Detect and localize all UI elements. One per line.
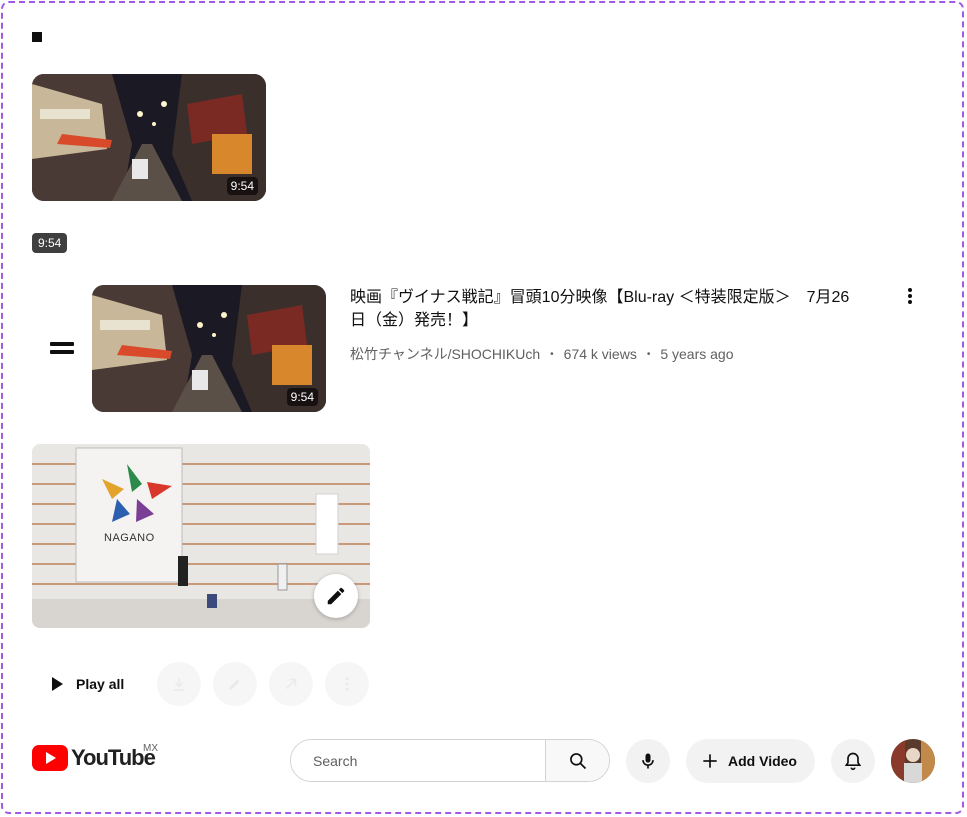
- duration-label: 9:54: [226, 177, 258, 195]
- pencil-icon: [229, 679, 240, 690]
- add-video-label: Add Video: [728, 753, 797, 769]
- playlist-more-button[interactable]: [325, 662, 369, 706]
- upload-age: 5 years ago: [660, 346, 734, 362]
- voice-search-button[interactable]: [626, 739, 670, 783]
- pencil-icon: [327, 587, 345, 605]
- avatar-image: [891, 739, 935, 783]
- playlist-item-thumbnail[interactable]: 9:54: [92, 285, 326, 412]
- add-video-button[interactable]: Add Video: [686, 739, 815, 783]
- play-all-label: Play all: [76, 676, 125, 692]
- view-count: 674 k views: [563, 346, 637, 362]
- more-vertical-icon[interactable]: [900, 286, 920, 306]
- share-button[interactable]: [269, 662, 313, 706]
- plus-icon: [703, 754, 717, 768]
- country-code: MX: [143, 743, 158, 754]
- separator-dot: •: [646, 349, 651, 360]
- more-vertical-icon: [345, 677, 349, 691]
- duration-label: 9:54: [286, 388, 318, 406]
- download-icon: [173, 678, 185, 691]
- search-button[interactable]: [545, 740, 609, 781]
- youtube-play-logo-icon: [32, 745, 68, 771]
- video-title[interactable]: 映画『ヴイナス戦記』冒頭10分映像【Blu-ray ＜特装限定版＞ 7月26日（…: [350, 286, 860, 332]
- youtube-logo[interactable]: YouTube: [32, 745, 156, 771]
- play-all-button[interactable]: Play all: [40, 664, 134, 704]
- download-button[interactable]: [157, 662, 201, 706]
- drag-handle-icon[interactable]: [50, 342, 74, 356]
- avatar[interactable]: [891, 739, 935, 783]
- bell-icon: [844, 752, 862, 771]
- search-input[interactable]: [291, 740, 545, 781]
- marker-square: [32, 32, 42, 42]
- search-icon: [569, 752, 586, 769]
- duration-chip: 9:54: [32, 233, 68, 253]
- notifications-button[interactable]: [831, 739, 875, 783]
- video-meta: 松竹チャンネル/SHOCHIKUch • 674 k views • 5 years a…: [350, 344, 734, 364]
- channel-name[interactable]: 松竹チャンネル/SHOCHIKUch: [350, 346, 540, 362]
- nagano-label: NAGANO: [104, 532, 155, 544]
- video-thumbnail-top[interactable]: 9:54: [32, 74, 266, 201]
- microphone-icon: [642, 753, 654, 769]
- play-icon: [52, 677, 63, 691]
- edit-button[interactable]: [314, 574, 358, 618]
- separator-dot: •: [550, 349, 554, 360]
- search-box: [290, 739, 610, 782]
- share-icon: [285, 678, 297, 690]
- edit-playlist-button[interactable]: [213, 662, 257, 706]
